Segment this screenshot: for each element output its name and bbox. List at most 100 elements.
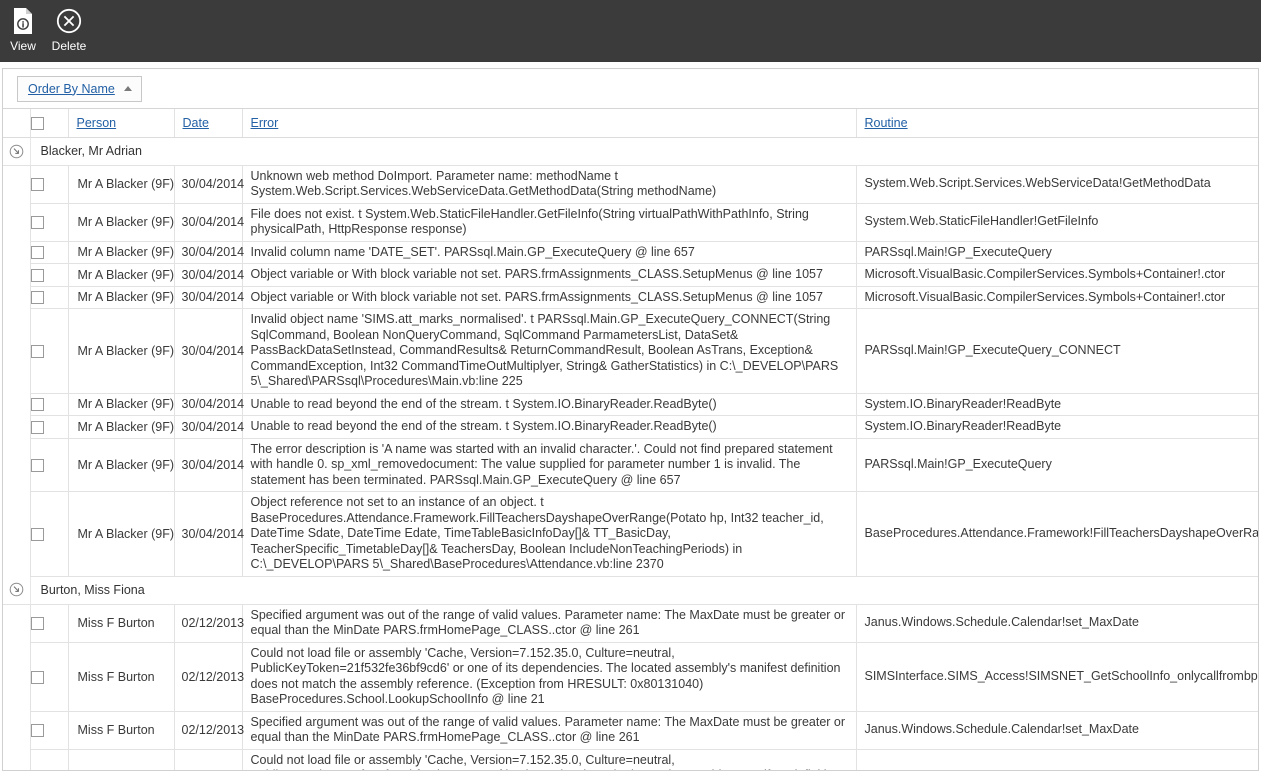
header-routine[interactable]: Routine <box>856 109 1258 138</box>
header-routine-label[interactable]: Routine <box>857 116 908 130</box>
table-row[interactable]: Mr A Blacker (9F) 30/04/2014 Object variab… <box>3 263 1258 287</box>
table-row[interactable]: Mr A Blacker (9F) 30/04/2014 Object refere… <box>3 491 1258 577</box>
cell-routine: Microsoft.VisualBasic.CompilerServices.S… <box>856 286 1258 309</box>
table-row[interactable]: Mr A Blacker (9F) 30/04/2014 Invalid colum… <box>3 241 1258 264</box>
header-error-label[interactable]: Error <box>243 116 279 130</box>
cell-person: Mr A Blacker (9F) <box>68 491 175 577</box>
table-row[interactable]: Mr A Blacker (9F) 30/04/2014 Unknown web m… <box>3 165 1258 204</box>
group-collapse-icon[interactable] <box>9 582 24 597</box>
row-select-cell[interactable] <box>30 491 69 577</box>
header-person-label[interactable]: Person <box>69 116 117 130</box>
row-select-cell[interactable] <box>30 286 69 309</box>
row-select-cell[interactable] <box>30 263 69 287</box>
row-select-cell[interactable] <box>30 438 69 492</box>
row-gutter <box>3 711 31 749</box>
group-header-row[interactable]: Blacker, Mr Adrian <box>3 137 1258 166</box>
order-by-name-label: Order By Name <box>28 81 115 96</box>
row-gutter <box>3 415 31 438</box>
row-gutter <box>3 749 31 770</box>
delete-button-label: Delete <box>51 39 87 53</box>
row-gutter <box>3 308 31 393</box>
row-select-cell[interactable] <box>30 749 69 770</box>
cell-person: Mr A Blacker (9F) <box>68 438 175 492</box>
row-select-cell[interactable] <box>30 642 69 712</box>
error-log-panel: Order By Name Person Date Error Routine … <box>2 68 1259 771</box>
row-checkbox[interactable] <box>30 216 44 230</box>
row-select-cell[interactable] <box>30 308 69 394</box>
group-toggle-cell[interactable] <box>3 576 31 605</box>
table-row[interactable]: Miss F Burton02/12/2013Could not load fi… <box>3 749 1258 770</box>
cell-person: Mr A Blacker (9F) <box>68 308 175 394</box>
row-gutter <box>3 286 31 309</box>
cell-routine: System.IO.BinaryReader!ReadByte <box>856 393 1258 416</box>
cell-routine: Janus.Windows.Schedule.Calendar!set_MaxD… <box>856 711 1258 750</box>
row-gutter <box>3 165 31 203</box>
cell-error: The error description is 'A name was sta… <box>242 438 857 492</box>
row-checkbox[interactable] <box>30 268 44 282</box>
table-row[interactable]: Miss F Burton02/12/2013Could not load fi… <box>3 642 1258 712</box>
row-select-cell[interactable] <box>30 203 69 242</box>
view-button-label: View <box>10 39 36 53</box>
row-checkbox[interactable] <box>30 527 44 541</box>
view-button[interactable]: View <box>0 4 46 53</box>
cell-date: 30/04/2014 <box>174 203 244 242</box>
row-gutter <box>3 438 31 492</box>
cell-error: Unknown web method DoImport. Parameter n… <box>242 165 857 204</box>
delete-button[interactable]: Delete <box>46 4 92 53</box>
group-header-row[interactable]: Burton, Miss Fiona <box>3 576 1258 605</box>
cell-person: Mr A Blacker (9F) <box>68 165 175 204</box>
table-row[interactable]: Miss F Burton 02/12/2013 Specified argumen… <box>3 604 1258 643</box>
table-row[interactable]: Mr A Blacker (9F) 30/04/2014 The error des… <box>3 438 1258 492</box>
row-checkbox[interactable] <box>30 178 44 192</box>
header-error[interactable]: Error <box>242 109 857 138</box>
row-checkbox[interactable] <box>30 724 44 738</box>
row-checkbox[interactable] <box>30 420 44 434</box>
row-checkbox[interactable] <box>30 458 44 472</box>
group-title: Burton, Miss Fiona <box>40 583 145 597</box>
error-log-grid: Person Date Error Routine Blacker, Mr Ad… <box>3 109 1258 770</box>
table-row[interactable]: Mr A Blacker (9F) 30/04/2014 Unable to rea… <box>3 393 1258 416</box>
cell-person: Mr A Blacker (9F) <box>68 203 175 242</box>
row-select-cell[interactable] <box>30 241 69 264</box>
header-date-label[interactable]: Date <box>175 116 209 130</box>
row-select-cell[interactable] <box>30 165 69 204</box>
row-checkbox[interactable] <box>30 617 44 631</box>
row-checkbox[interactable] <box>30 670 44 684</box>
cell-person: Mr A Blacker (9F) <box>68 415 175 439</box>
row-gutter <box>3 263 31 286</box>
cell-error: Invalid column name 'DATE_SET'. PARSsql.… <box>242 241 857 264</box>
row-select-cell[interactable] <box>30 415 69 439</box>
row-gutter <box>3 203 31 241</box>
row-select-cell[interactable] <box>30 604 69 643</box>
header-person[interactable]: Person <box>68 109 175 138</box>
row-checkbox[interactable] <box>30 398 44 412</box>
table-row[interactable]: Mr A Blacker (9F) 30/04/2014 File does not… <box>3 203 1258 242</box>
select-all-checkbox[interactable] <box>30 116 44 130</box>
order-by-name-button[interactable]: Order By Name <box>17 75 142 102</box>
group-toggle-cell[interactable] <box>3 137 31 166</box>
cell-date: 30/04/2014 <box>174 286 244 309</box>
row-checkbox[interactable] <box>30 344 44 358</box>
header-date[interactable]: Date <box>174 109 243 138</box>
cell-date: 30/04/2014 <box>174 241 244 264</box>
cell-person: Miss F Burton <box>68 604 175 643</box>
row-gutter <box>3 642 31 711</box>
cell-routine: System.IO.BinaryReader!ReadByte <box>856 415 1258 439</box>
toolbar-ribbon: View Delete <box>0 0 1261 62</box>
cell-person: Mr A Blacker (9F) <box>68 241 175 264</box>
cell-date: 02/12/2013 <box>174 711 244 750</box>
table-row[interactable]: Miss F Burton 02/12/2013 Specified argumen… <box>3 711 1258 750</box>
row-select-cell[interactable] <box>30 711 69 750</box>
table-row[interactable]: Mr A Blacker (9F) 30/04/2014 Object variab… <box>3 286 1258 309</box>
row-select-cell[interactable] <box>30 393 69 416</box>
row-checkbox[interactable] <box>30 246 44 260</box>
table-row[interactable]: Mr A Blacker (9F) 30/04/2014 Unable to rea… <box>3 415 1258 439</box>
group-collapse-icon[interactable] <box>9 144 24 159</box>
table-row[interactable]: Mr A Blacker (9F) 30/04/2014 Invalid objec… <box>3 308 1258 394</box>
cell-error: Unable to read beyond the end of the str… <box>242 415 857 439</box>
cell-error: Could not load file or assembly 'Cache, … <box>242 642 857 712</box>
header-row: Person Date Error Routine <box>3 109 1258 138</box>
cell-error: Object variable or With block variable n… <box>242 286 857 309</box>
group-title-cell: Blacker, Mr Adrian <box>30 137 1258 166</box>
row-checkbox[interactable] <box>30 291 44 305</box>
